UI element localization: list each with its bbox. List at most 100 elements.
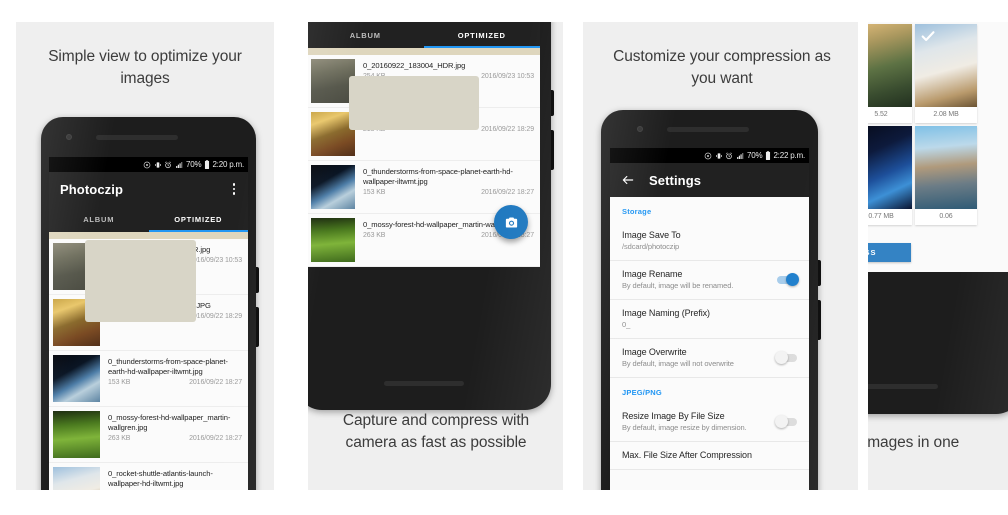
- phone-device-3: 70% 2:22 p.m. Settings Storage Image Sav…: [601, 110, 821, 490]
- file-size: 153 KB: [363, 188, 386, 196]
- setting-image-save-to[interactable]: Image Save To /sdcard/photoczip: [610, 222, 809, 261]
- volume-button[interactable]: [551, 130, 554, 170]
- partial-row-top: [308, 48, 540, 55]
- panel-4-caption-line2: in one: [917, 434, 960, 451]
- grid-thumbnail: [915, 24, 977, 107]
- file-size: 263 KB: [108, 434, 131, 442]
- setting-max-file-size-after-compression[interactable]: Max. File Size After Compression: [610, 442, 809, 470]
- clock-1: 2:20 p.m.: [212, 160, 244, 169]
- signal-icon: [175, 161, 182, 168]
- phone-device-2: ALBUM OPTIMIZED 0_20160922_183004_HDR.jp…: [308, 22, 554, 410]
- setting-image-overwrite[interactable]: Image Overwrite By default, image will n…: [610, 339, 809, 378]
- tab-optimized-2[interactable]: OPTIMIZED: [424, 22, 541, 48]
- grid-item-size: 0.77 MB: [868, 213, 894, 220]
- setting-resize-image-by-file-size[interactable]: Resize Image By File Size By default, im…: [610, 403, 809, 442]
- tab-indicator-2: [423, 45, 540, 48]
- overflow-menu-icon[interactable]: [231, 179, 238, 199]
- file-thumbnail: [53, 467, 100, 490]
- tab-album-2[interactable]: ALBUM: [308, 22, 424, 48]
- screenshot-panel-3[interactable]: Customize your compression as you want 7…: [583, 22, 858, 490]
- alarm-icon: [726, 152, 732, 159]
- table-row[interactable]: 0_20160922_183004_HDR.jpg 254 KB 2016/09…: [49, 239, 248, 295]
- setting-title: Resize Image By File Size: [622, 411, 725, 421]
- toggle-resize-by-file-size[interactable]: [775, 415, 797, 428]
- file-name: 0_thunderstorms-from-space-planet-earth-…: [363, 167, 513, 186]
- panel-4-caption-line1: Choose images: [868, 434, 914, 451]
- list-item[interactable]: 0.77 MB: [868, 126, 912, 225]
- battery-percent-1: 70%: [186, 160, 202, 169]
- optimized-file-list-1[interactable]: 0_20160922_183004_HDR.jpg 254 KB 2016/09…: [49, 232, 248, 490]
- info-icon: [704, 152, 712, 159]
- tab-bar-1[interactable]: ALBUM OPTIMIZED: [49, 206, 248, 232]
- camera-fab-button[interactable]: [494, 205, 528, 239]
- file-size: 153 KB: [108, 378, 131, 386]
- setting-subtitle: By default, image resize by dimension.: [622, 423, 747, 432]
- info-icon: [143, 161, 151, 168]
- setting-subtitle: By default, image will not overwrite: [622, 359, 734, 368]
- table-row[interactable]: 0_20160922_183004_HDR.jpg 254 KB 2016/09…: [308, 55, 540, 108]
- tab-bar-2[interactable]: ALBUM OPTIMIZED: [308, 22, 540, 48]
- setting-subtitle: /sdcard/photoczip: [622, 242, 680, 251]
- panel-3-caption: Customize your compression as you want: [613, 48, 831, 87]
- volume-button[interactable]: [256, 307, 259, 347]
- file-thumbnail: [53, 411, 100, 458]
- power-button[interactable]: [256, 267, 259, 293]
- front-camera-icon: [637, 126, 643, 132]
- file-date: 2016/09/22 18:27: [189, 378, 242, 386]
- setting-image-rename[interactable]: Image Rename By default, image will be r…: [610, 261, 809, 300]
- file-date: 2016/09/22 18:29: [189, 312, 242, 320]
- grid-item-size: 5.52: [874, 111, 888, 118]
- file-name: 0_mossy-forest-hd-wallpaper_martin-wallg…: [108, 413, 231, 432]
- grid-thumbnail: [868, 24, 912, 107]
- phone-device-1: 70% 2:20 p.m. Photoczip ALBUM OPTIMIZED: [41, 117, 259, 490]
- phone-screen-2: ALBUM OPTIMIZED 0_20160922_183004_HDR.jp…: [308, 22, 540, 267]
- battery-icon: [204, 160, 209, 169]
- compress-button[interactable]: COMPRESS: [868, 243, 911, 262]
- bottom-speaker: [384, 381, 464, 386]
- panel-4-caption: Choose images in one: [868, 432, 1008, 454]
- screenshot-panel-4[interactable]: 4.76 MB 5.52 2.08 MB: [868, 22, 1008, 490]
- file-name: 0_20160922_183004_HDR.jpg: [363, 61, 466, 70]
- power-button[interactable]: [818, 260, 821, 286]
- table-row[interactable]: 0_mossy-forest-hd-wallpaper_martin-wallg…: [49, 407, 248, 463]
- tab-album-1[interactable]: ALBUM: [49, 206, 149, 232]
- phone-device-4: 4.76 MB 5.52 2.08 MB: [868, 22, 1008, 414]
- screenshot-panel-2[interactable]: ALBUM OPTIMIZED 0_20160922_183004_HDR.jp…: [308, 22, 563, 490]
- file-thumbnail: [53, 243, 100, 290]
- toggle-image-rename[interactable]: [777, 273, 799, 286]
- app-title-1: Photoczip: [60, 181, 124, 197]
- settings-list[interactable]: Storage Image Save To /sdcard/photoczip …: [610, 197, 809, 470]
- table-row[interactable]: 0_thunderstorms-from-space-planet-earth-…: [49, 351, 248, 407]
- setting-subtitle: 0_: [622, 320, 631, 329]
- volume-button[interactable]: [818, 300, 821, 340]
- app-bar-3: Settings: [610, 163, 809, 197]
- panel-2-caption: Capture and compress with camera as fast…: [342, 412, 530, 451]
- partial-row-top: [49, 232, 248, 239]
- image-picker-grid[interactable]: 4.76 MB 5.52 2.08 MB: [868, 22, 1008, 227]
- list-item[interactable]: 5.52: [868, 24, 912, 123]
- section-header-jpeg-png: JPEG/PNG: [622, 388, 662, 397]
- section-header-storage: Storage: [622, 207, 652, 216]
- file-date: 2016/09/22 18:27: [481, 188, 534, 196]
- power-button[interactable]: [551, 90, 554, 116]
- toggle-image-overwrite[interactable]: [775, 351, 797, 364]
- earpiece-speaker: [96, 135, 178, 140]
- file-date: 2016/09/22 18:29: [481, 125, 534, 133]
- setting-title: Image Naming (Prefix): [622, 308, 710, 318]
- tab-optimized-1[interactable]: OPTIMIZED: [149, 206, 249, 232]
- setting-subtitle: By default, image will be renamed.: [622, 281, 734, 290]
- screenshot-panel-1[interactable]: Simple view to optimize your images 70% …: [16, 22, 274, 490]
- alarm-icon: [165, 161, 171, 168]
- status-bar-3: 70% 2:22 p.m.: [610, 148, 809, 163]
- file-thumbnail: [311, 218, 355, 262]
- clock-3: 2:22 p.m.: [773, 151, 805, 160]
- list-item[interactable]: 0.06: [915, 126, 977, 225]
- file-thumbnail: [53, 355, 100, 402]
- back-arrow-icon[interactable]: [621, 173, 635, 187]
- file-thumbnail: [311, 59, 355, 103]
- table-row[interactable]: 0_rocket-shuttle-atlantis-launch-wallpap…: [49, 463, 248, 490]
- setting-image-naming-prefix[interactable]: Image Naming (Prefix) 0_: [610, 300, 809, 339]
- list-item[interactable]: 2.08 MB: [915, 24, 977, 123]
- panel-1-caption: Simple view to optimize your images: [48, 48, 242, 87]
- front-camera-icon: [66, 134, 72, 140]
